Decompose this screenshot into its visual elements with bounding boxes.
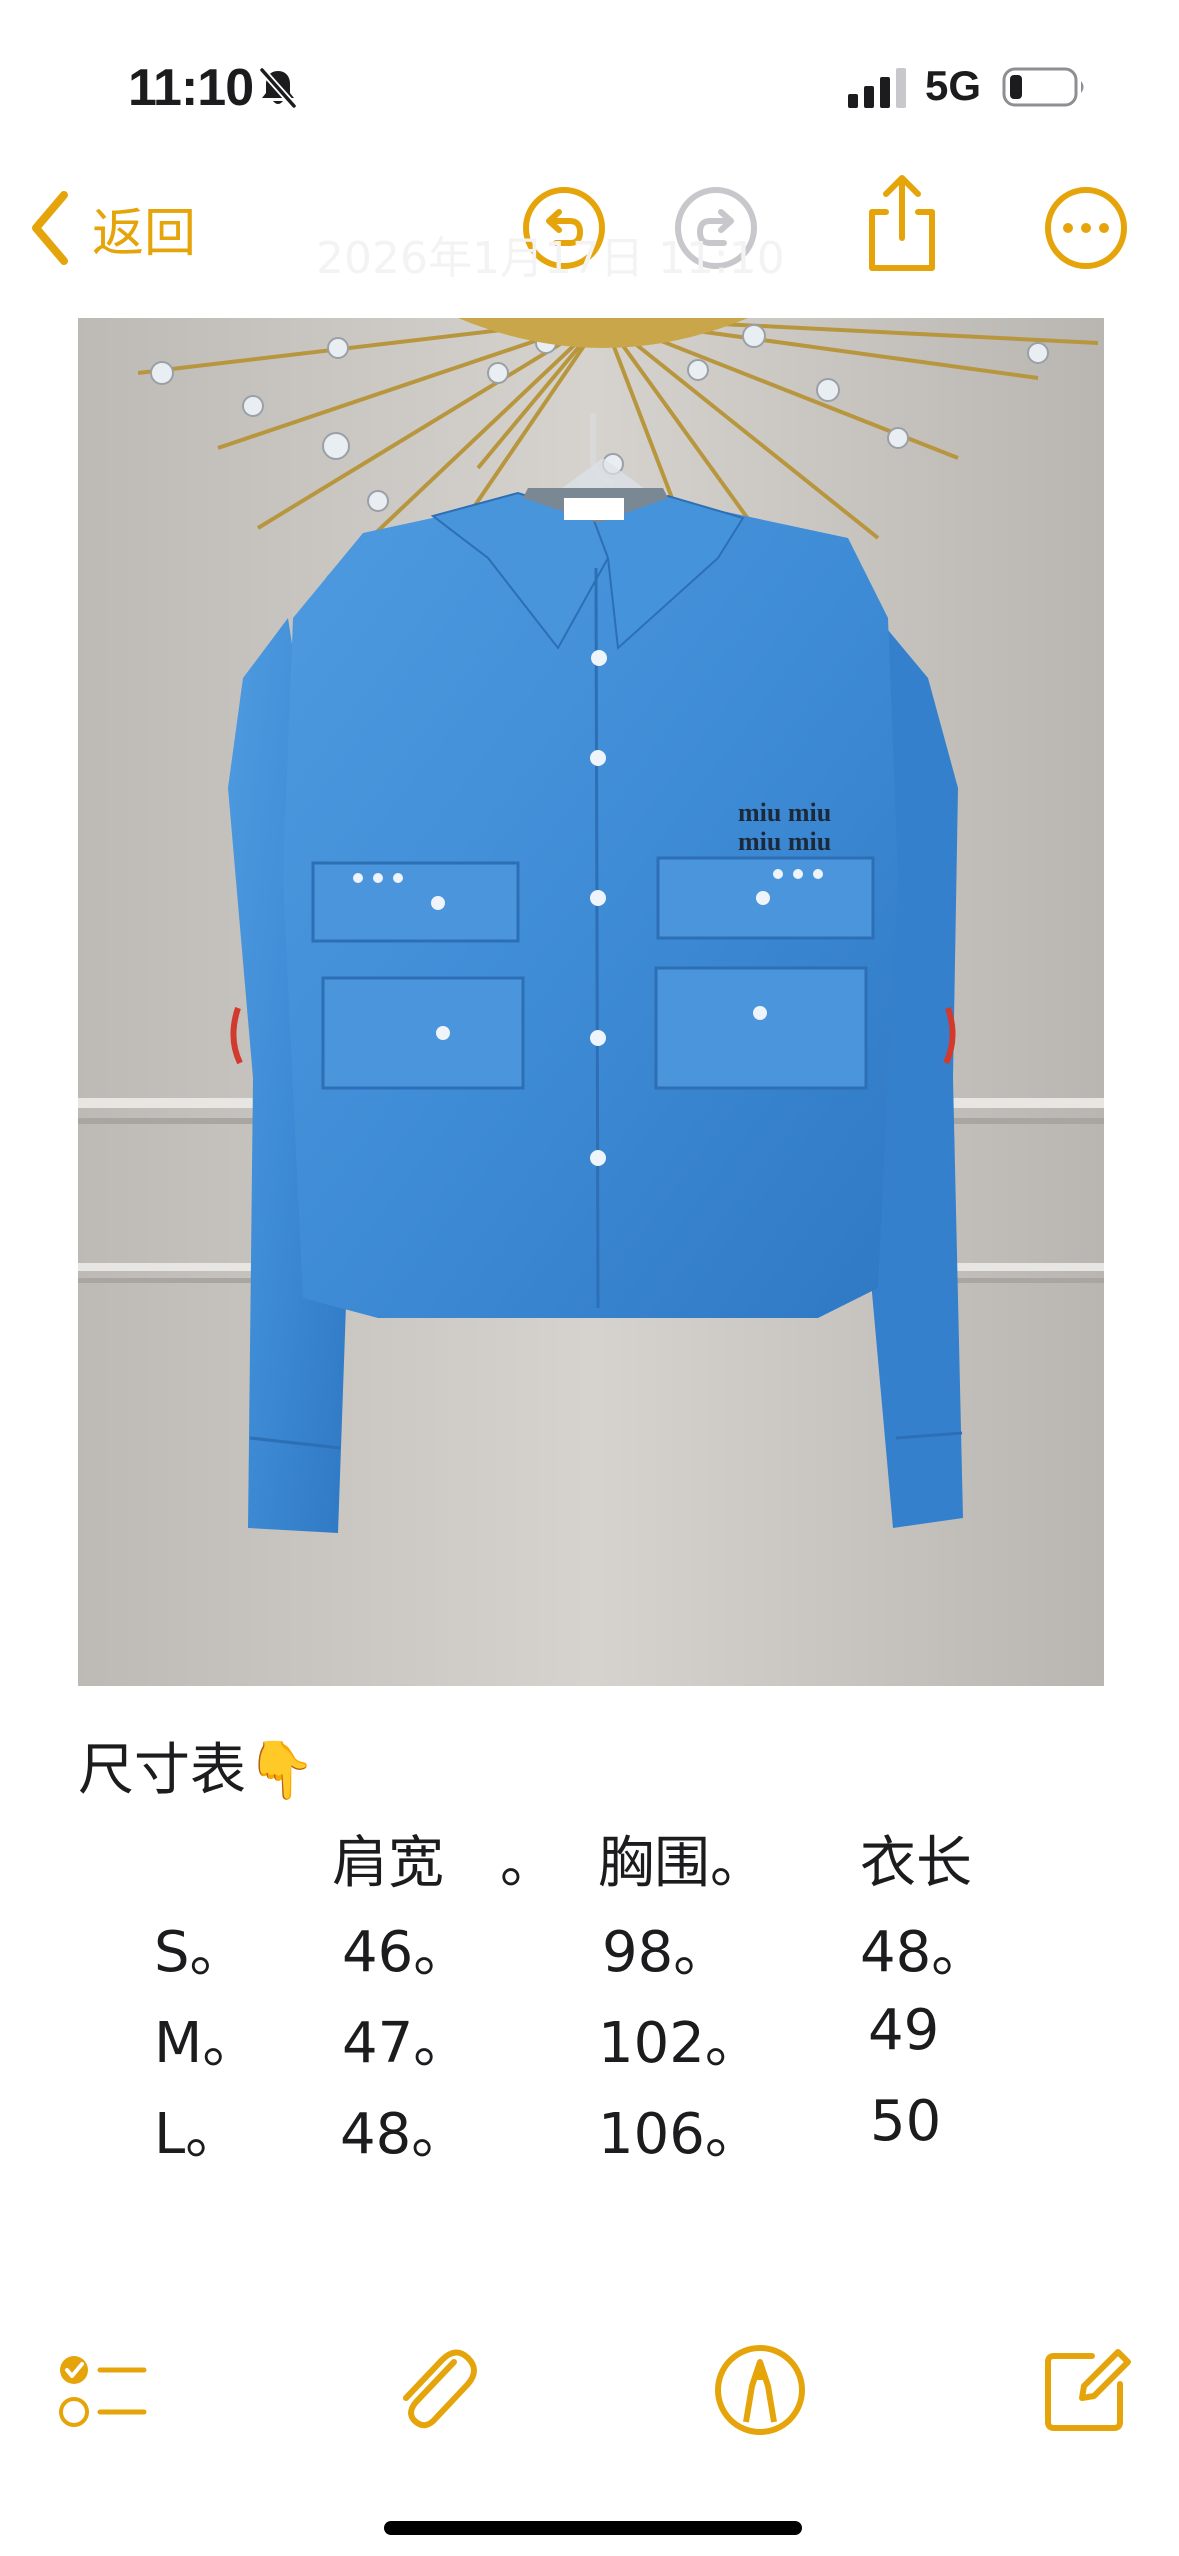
- back-label: 返回: [92, 203, 197, 264]
- status-bar: 11:10 5G: [0, 0, 1179, 170]
- size-chart-title-text: 尺寸表: [78, 1738, 246, 1803]
- more-icon[interactable]: [1040, 182, 1132, 274]
- note-date: 2026年1月17日 11:10: [316, 233, 785, 284]
- battery-icon: [1002, 67, 1084, 107]
- bottom-toolbar: [0, 2330, 1179, 2470]
- compose-icon[interactable]: [1036, 2340, 1136, 2440]
- size-chart-title: 尺寸表👇: [78, 1725, 316, 1806]
- row-s-size: S。: [154, 1920, 246, 1985]
- product-photo[interactable]: miu miu miu miu: [78, 318, 1104, 1686]
- header-shoulder: 肩宽 。: [332, 1831, 556, 1896]
- markup-pen-icon[interactable]: [710, 2340, 810, 2440]
- share-icon[interactable]: [856, 172, 948, 276]
- checklist-icon[interactable]: [52, 2340, 152, 2440]
- row-s-length: 48。: [860, 1920, 988, 1985]
- network-type: 5G: [925, 62, 982, 109]
- row-l-chest: 106。: [598, 2102, 761, 2167]
- row-s-shoulder: 46。: [342, 1920, 470, 1985]
- row-l-size: L。: [154, 2102, 242, 2167]
- row-s-chest: 98。: [602, 1920, 730, 1985]
- svg-text:miu miu: miu miu: [738, 798, 831, 827]
- row-m-shoulder: 47。: [342, 2011, 470, 2076]
- back-button[interactable]: 返回: [26, 178, 196, 278]
- bell-off-icon: [259, 67, 297, 109]
- row-m-length: 49: [868, 1998, 940, 2063]
- status-time: 11:10: [128, 59, 254, 117]
- row-m-size: M。: [154, 2011, 259, 2076]
- chevron-left-icon: [32, 191, 68, 265]
- svg-text:miu miu: miu miu: [738, 827, 831, 856]
- row-l-length: 50: [870, 2089, 942, 2154]
- shirt-image: miu miu miu miu: [78, 318, 1104, 1686]
- row-m-chest: 102。: [598, 2011, 761, 2076]
- cellular-signal-icon: [848, 68, 906, 108]
- header-chest: 胸围。: [598, 1831, 766, 1896]
- point-down-emoji: 👇: [246, 1738, 316, 1803]
- header-length: 衣长: [860, 1831, 972, 1896]
- paperclip-icon[interactable]: [384, 2340, 484, 2440]
- row-l-shoulder: 48。: [340, 2102, 468, 2167]
- home-indicator[interactable]: [384, 2521, 802, 2535]
